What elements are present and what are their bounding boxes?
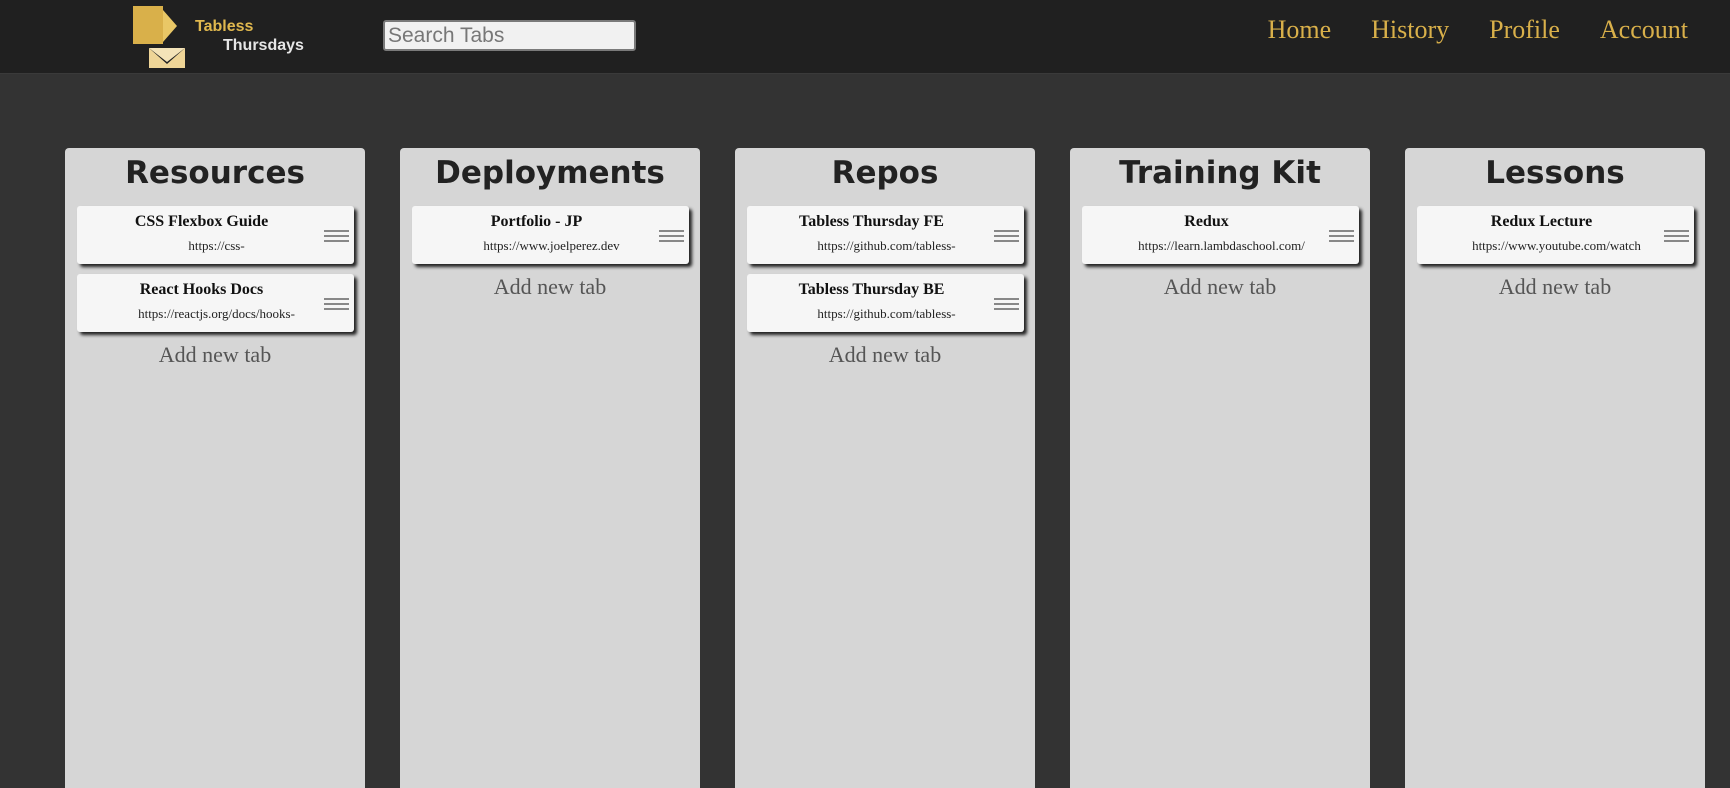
nav-profile[interactable]: Profile (1449, 14, 1560, 46)
tab-url[interactable]: https://css- (117, 238, 316, 254)
drag-handle-icon[interactable] (1664, 230, 1689, 244)
add-new-tab-button[interactable]: Add new tab (400, 274, 700, 300)
column-title: Repos (831, 155, 939, 191)
tab-card[interactable]: React Hooks Docs https://reactjs.org/doc… (77, 274, 354, 332)
brand-line-2: Thursdays (223, 37, 304, 54)
nav-account[interactable]: Account (1560, 14, 1688, 46)
nav-home[interactable]: Home (1228, 14, 1332, 46)
drag-handle-icon[interactable] (324, 298, 349, 312)
drag-handle-icon[interactable] (659, 230, 684, 244)
top-bar: Tabless Thursdays Home History Profile A… (0, 0, 1730, 74)
tab-title: Redux Lecture (1490, 213, 1593, 230)
add-new-tab-button[interactable]: Add new tab (1070, 274, 1370, 300)
column-title: Resources (125, 155, 305, 191)
main-nav: Home History Profile Account (1228, 14, 1688, 46)
column-title: Deployments (435, 155, 665, 191)
column-resources: Resources CSS Flexbox Guide https://css-… (65, 148, 365, 788)
tab-title: React Hooks Docs (139, 281, 264, 298)
tab-card[interactable]: Portfolio - JP https://www.joelperez.dev (412, 206, 689, 264)
tab-card[interactable]: CSS Flexbox Guide https://css- (77, 206, 354, 264)
tab-title: Portfolio - JP (490, 213, 583, 230)
column-training-kit: Training Kit Redux https://learn.lambdas… (1070, 148, 1370, 788)
column-lessons: Lessons Redux Lecture https://www.youtub… (1405, 148, 1705, 788)
tab-card[interactable]: Tabless Thursday BE https://github.com/t… (747, 274, 1024, 332)
tab-url[interactable]: https://www.joelperez.dev (452, 238, 651, 254)
tab-title: Redux (1184, 213, 1229, 230)
tab-url[interactable]: https://github.com/tabless- (787, 306, 986, 322)
drag-handle-icon[interactable] (324, 230, 349, 244)
column-title: Lessons (1485, 155, 1625, 191)
logo[interactable]: Tabless Thursdays (133, 6, 313, 68)
tab-card[interactable]: Redux https://learn.lambdaschool.com/ (1082, 206, 1359, 264)
drag-handle-icon[interactable] (994, 298, 1019, 312)
column-deployments: Deployments Portfolio - JP https://www.j… (400, 148, 700, 788)
drag-handle-icon[interactable] (994, 230, 1019, 244)
brand-line-1: Tabless (195, 18, 254, 35)
tabs-logo-icon (133, 6, 185, 68)
tab-title: Tabless Thursday BE (798, 281, 945, 298)
tab-title: Tabless Thursday FE (799, 213, 944, 230)
column-title: Training Kit (1119, 155, 1321, 191)
nav-history[interactable]: History (1331, 14, 1449, 46)
drag-handle-icon[interactable] (1329, 230, 1354, 244)
tab-card[interactable]: Tabless Thursday FE https://github.com/t… (747, 206, 1024, 264)
search-input[interactable] (383, 20, 636, 51)
tab-url[interactable]: https://learn.lambdaschool.com/ (1122, 238, 1321, 254)
column-repos: Repos Tabless Thursday FE https://github… (735, 148, 1035, 788)
tab-card[interactable]: Redux Lecture https://www.youtube.com/wa… (1417, 206, 1694, 264)
tab-url[interactable]: https://reactjs.org/docs/hooks- (117, 306, 316, 322)
tab-url[interactable]: https://www.youtube.com/watch (1457, 238, 1656, 254)
add-new-tab-button[interactable]: Add new tab (65, 342, 365, 368)
tab-title: CSS Flexbox Guide (134, 213, 269, 230)
add-new-tab-button[interactable]: Add new tab (1405, 274, 1705, 300)
add-new-tab-button[interactable]: Add new tab (735, 342, 1035, 368)
tab-url[interactable]: https://github.com/tabless- (787, 238, 986, 254)
